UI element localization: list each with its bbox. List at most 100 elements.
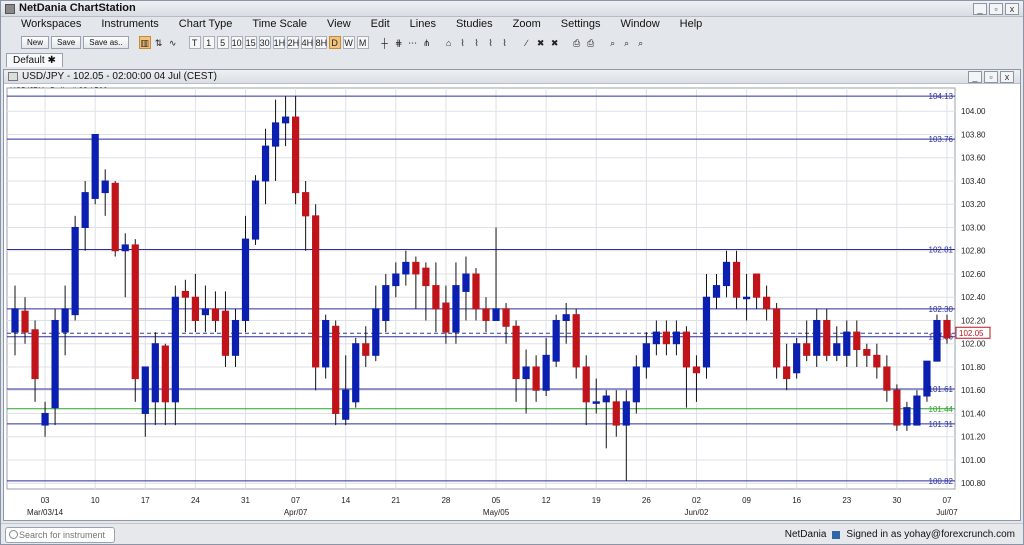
fib-time-icon[interactable]: ⌇	[499, 36, 511, 49]
timescale-30-button[interactable]: 30	[258, 36, 271, 49]
menu-lines[interactable]: Lines	[400, 17, 446, 33]
candle-down	[512, 325, 520, 380]
candle-down	[221, 310, 230, 356]
timescale-10-button[interactable]: 10	[230, 36, 243, 49]
y-tick-label: 103.00	[961, 223, 986, 232]
timescale-5-button[interactable]: 5	[216, 36, 229, 49]
timescale-1-button[interactable]: 1	[202, 36, 215, 49]
grid-icon[interactable]: ⋕	[393, 36, 405, 49]
menu-edit[interactable]: Edit	[361, 17, 400, 33]
zoom-out-icon[interactable]: ⌕	[635, 36, 647, 49]
candle-up	[462, 273, 470, 292]
candle-up	[121, 244, 129, 252]
candle-down	[783, 366, 791, 380]
delete-all-icon[interactable]: ✖	[549, 36, 561, 49]
candle-up	[51, 319, 59, 409]
timescale-4h-button[interactable]: 4H	[300, 36, 313, 49]
timescale-15-button[interactable]: 15	[244, 36, 257, 49]
shape-icon[interactable]: ⌂	[443, 36, 455, 49]
save-button[interactable]: Save	[51, 36, 82, 49]
new-button[interactable]: New	[21, 36, 50, 49]
menu-instruments[interactable]: Instruments	[91, 17, 168, 33]
timescale-8h-button[interactable]: 8H	[314, 36, 327, 49]
candle-down	[472, 273, 480, 310]
menu-settings[interactable]: Settings	[551, 17, 611, 33]
candle-up	[592, 401, 600, 404]
candle-up	[712, 285, 721, 298]
candlestick-chart[interactable]: 100.80 101.00 101.20 101.40 101.60 101.80 102.…	[3, 82, 1019, 519]
menu-chart-type[interactable]: Chart Type	[169, 17, 243, 33]
menu-window[interactable]: Window	[611, 17, 670, 33]
candle-up	[552, 319, 560, 362]
zoom-icon[interactable]: ⌕	[607, 36, 619, 49]
candle-up	[742, 296, 751, 300]
menu-help[interactable]: Help	[670, 17, 713, 33]
line-chart-icon[interactable]: ∿	[167, 36, 179, 49]
save-as-button[interactable]: Save as..	[83, 36, 129, 49]
minimize-icon[interactable]: _	[973, 3, 987, 15]
candle-up	[843, 331, 851, 356]
brand-label: NetDania	[784, 529, 827, 540]
x-tick-label: 24	[191, 496, 200, 505]
close-icon[interactable]: x	[1005, 3, 1019, 15]
bar-chart-icon[interactable]: ⇅	[153, 36, 165, 49]
candle-down	[762, 296, 771, 310]
fib-arc-icon[interactable]: ⌇	[485, 36, 497, 49]
x-tick-label: 10	[91, 496, 100, 505]
timescale-weekly-button[interactable]: W	[342, 36, 355, 49]
y-tick-label: 102.80	[961, 247, 986, 256]
status-right: NetDania Signed in as yohay@forexcrunch.…	[785, 529, 1015, 540]
menu-zoom[interactable]: Zoom	[503, 17, 551, 33]
search-input[interactable]	[19, 529, 113, 541]
timescale-daily-button[interactable]: D	[328, 36, 341, 49]
x-tick-label: 07	[943, 496, 952, 505]
instrument-search[interactable]	[5, 527, 115, 543]
tab-close-icon[interactable]: ✱	[47, 55, 55, 66]
candle-up	[201, 308, 210, 316]
fib-icon[interactable]: ⌇	[457, 36, 469, 49]
candle-down	[662, 331, 671, 345]
candlestick-chart-icon[interactable]: ▥	[138, 36, 151, 49]
timescale-tick-button[interactable]: T	[188, 36, 201, 49]
level-label: 103.76	[929, 135, 954, 144]
candle-up	[171, 296, 179, 403]
level-label: 101.61	[929, 385, 954, 394]
y-tick-label: 100.80	[961, 479, 986, 488]
candle-up	[11, 308, 19, 333]
candle-up	[281, 116, 290, 124]
y-tick-label: 101.60	[961, 386, 986, 395]
menu-time-scale[interactable]: Time Scale	[242, 17, 317, 33]
y-tick-label: 101.20	[961, 433, 986, 442]
x-tick-label: 19	[592, 496, 601, 505]
menu-workspaces[interactable]: Workspaces	[11, 17, 91, 33]
x-tick-label: 26	[642, 496, 651, 505]
fork-icon[interactable]: ⋔	[421, 36, 433, 49]
candle-up	[342, 389, 350, 420]
print-icon[interactable]: ⎙	[571, 36, 583, 49]
restore-icon[interactable]: ▫	[989, 3, 1003, 15]
candle-down	[442, 302, 450, 333]
zoom-in-icon[interactable]: ⌕	[621, 36, 633, 49]
candle-down	[823, 319, 831, 356]
menu-view[interactable]: View	[317, 17, 361, 33]
x-tick-sublabel: May/05	[483, 508, 510, 517]
candle-down	[873, 354, 881, 368]
x-tick-label: 03	[41, 496, 50, 505]
y-tick-label: 101.80	[961, 363, 986, 372]
timescale-monthly-button[interactable]: M	[356, 36, 369, 49]
timescale-2h-button[interactable]: 2H	[286, 36, 299, 49]
tab-default[interactable]: Default ✱	[6, 53, 63, 67]
candle-down	[422, 267, 430, 287]
fib-fan-icon[interactable]: ⌇	[471, 36, 483, 49]
candle-up	[492, 308, 500, 321]
dots-icon[interactable]: ⋯	[407, 36, 419, 49]
x-tick-label: 23	[842, 496, 851, 505]
trendline-icon[interactable]: ∕	[521, 36, 533, 49]
x-tick-label: 07	[291, 496, 300, 505]
menu-studies[interactable]: Studies	[446, 17, 503, 33]
crosshair-icon[interactable]: ┼	[379, 36, 391, 49]
timescale-1h-button[interactable]: 1H	[272, 36, 285, 49]
candle-down	[362, 343, 370, 356]
print-preview-icon[interactable]: ⎙	[585, 36, 597, 49]
delete-icon[interactable]: ✖	[535, 36, 547, 49]
